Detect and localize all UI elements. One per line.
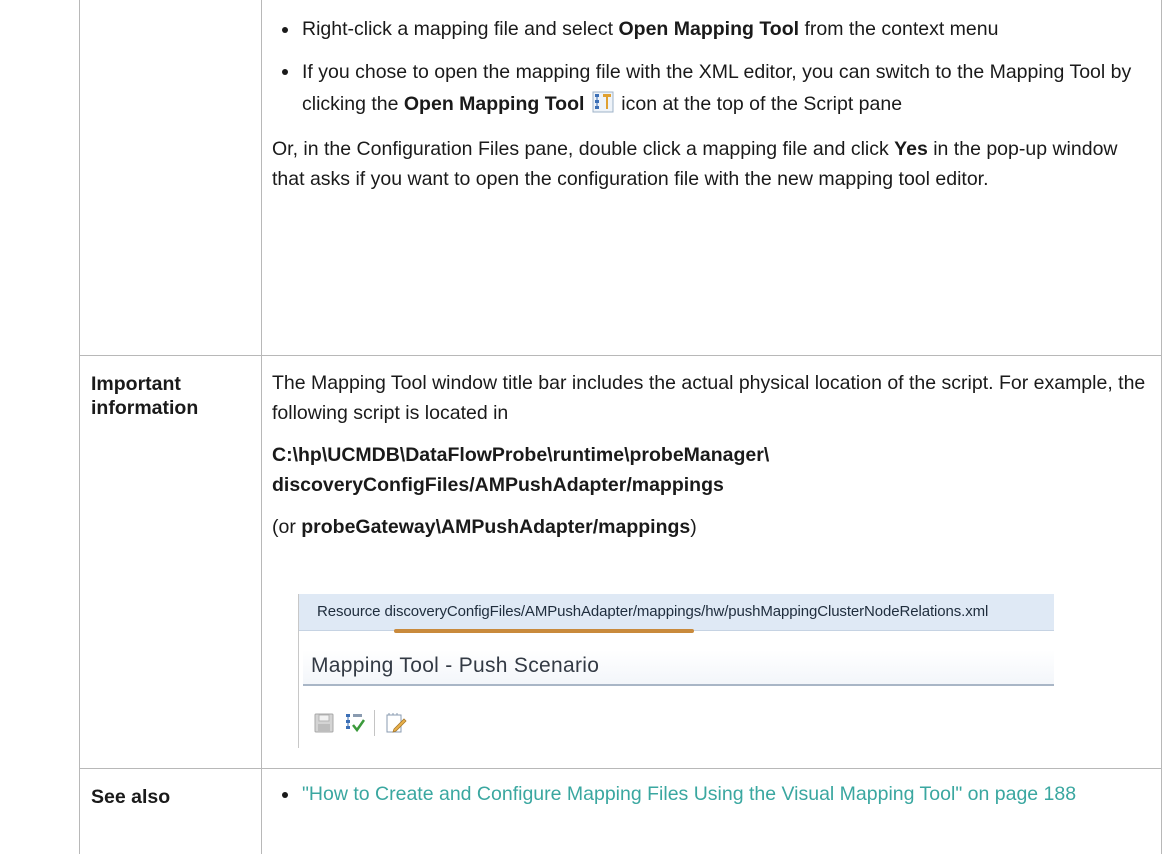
- alternate-path-text: (or: [272, 516, 302, 538]
- save-icon: [314, 713, 334, 733]
- see-also-label: See also: [91, 786, 171, 808]
- script-path-line: discoveryConfigFiles/AMPushAdapter/mappi…: [272, 474, 724, 496]
- row-divider-1: [79, 355, 1162, 356]
- alternate-path-bold: probeGateway\AMPushAdapter/mappings: [301, 516, 691, 538]
- paragraph-text: Or, in the Configuration Files pane, dou…: [272, 138, 895, 160]
- script-path-line: C:\hp\UCMDB\DataFlowProbe\runtime\probeM…: [272, 444, 770, 466]
- row2-content-cell: The Mapping Tool window title bar includ…: [272, 368, 1152, 542]
- bullet-text: from the context menu: [799, 18, 999, 40]
- bullet-text: icon at the top of the Script pane: [621, 93, 903, 115]
- alternate-path: (or probeGateway\AMPushAdapter/mappings): [272, 512, 1152, 542]
- row3-content-cell: "How to Create and Configure Mapping Fil…: [272, 779, 1152, 809]
- alternate-path-text: ): [690, 516, 697, 538]
- see-also-link[interactable]: "How to Create and Configure Mapping Fil…: [302, 783, 1076, 805]
- edit-script-icon: [386, 713, 407, 733]
- bullet-dot: [282, 27, 288, 33]
- table-left-border: [79, 0, 80, 854]
- bullet-bold-text: Open Mapping Tool: [618, 18, 800, 40]
- paragraph-bold-text: Yes: [894, 138, 928, 160]
- info-table: Right-click a mapping file and select Op…: [79, 0, 1162, 854]
- row1-content-cell: Right-click a mapping file and select Op…: [272, 14, 1152, 194]
- path-highlight-underline: [394, 629, 694, 633]
- row2-label-cell: Important information: [91, 372, 251, 420]
- mapping-tool-window-title: Mapping Tool - Push Scenario: [311, 654, 600, 677]
- bullet-text: Right-click a mapping file and select: [302, 18, 619, 40]
- mapping-tool-screenshot: Resource discoveryConfigFiles/AMPushAdap…: [298, 594, 1054, 748]
- mapping-tool-title-bar: Mapping Tool - Push Scenario: [303, 650, 1054, 686]
- column-divider: [261, 0, 262, 854]
- mapping-tool-toolbar: [299, 704, 1054, 748]
- open-methods-list: Right-click a mapping file and select Op…: [272, 14, 1152, 120]
- bullet-dot: [282, 792, 288, 798]
- open-mapping-tool-icon: [592, 91, 614, 113]
- bullet-dot: [282, 69, 288, 75]
- resource-bar: Resource discoveryConfigFiles/AMPushAdap…: [299, 594, 1054, 631]
- list-item: "How to Create and Configure Mapping Fil…: [272, 779, 1152, 809]
- important-information-label: Important information: [91, 373, 199, 419]
- list-item: If you chose to open the mapping file wi…: [272, 56, 1152, 120]
- toolbar-separator: [374, 710, 375, 736]
- important-info-text: The Mapping Tool window title bar includ…: [272, 372, 1146, 424]
- table-right-border: [1161, 0, 1162, 854]
- see-also-list: "How to Create and Configure Mapping Fil…: [272, 779, 1152, 809]
- open-mapping-tool-icon: [346, 714, 365, 733]
- resource-path-text: Resource discoveryConfigFiles/AMPushAdap…: [317, 603, 989, 620]
- bullet-bold-text: Open Mapping Tool: [403, 93, 585, 115]
- list-item: Right-click a mapping file and select Op…: [272, 14, 1152, 44]
- row3-label-cell: See also: [91, 785, 251, 809]
- alternate-method-paragraph: Or, in the Configuration Files pane, dou…: [272, 134, 1152, 194]
- row-divider-2: [79, 768, 1162, 769]
- script-path: C:\hp\UCMDB\DataFlowProbe\runtime\probeM…: [272, 440, 1152, 500]
